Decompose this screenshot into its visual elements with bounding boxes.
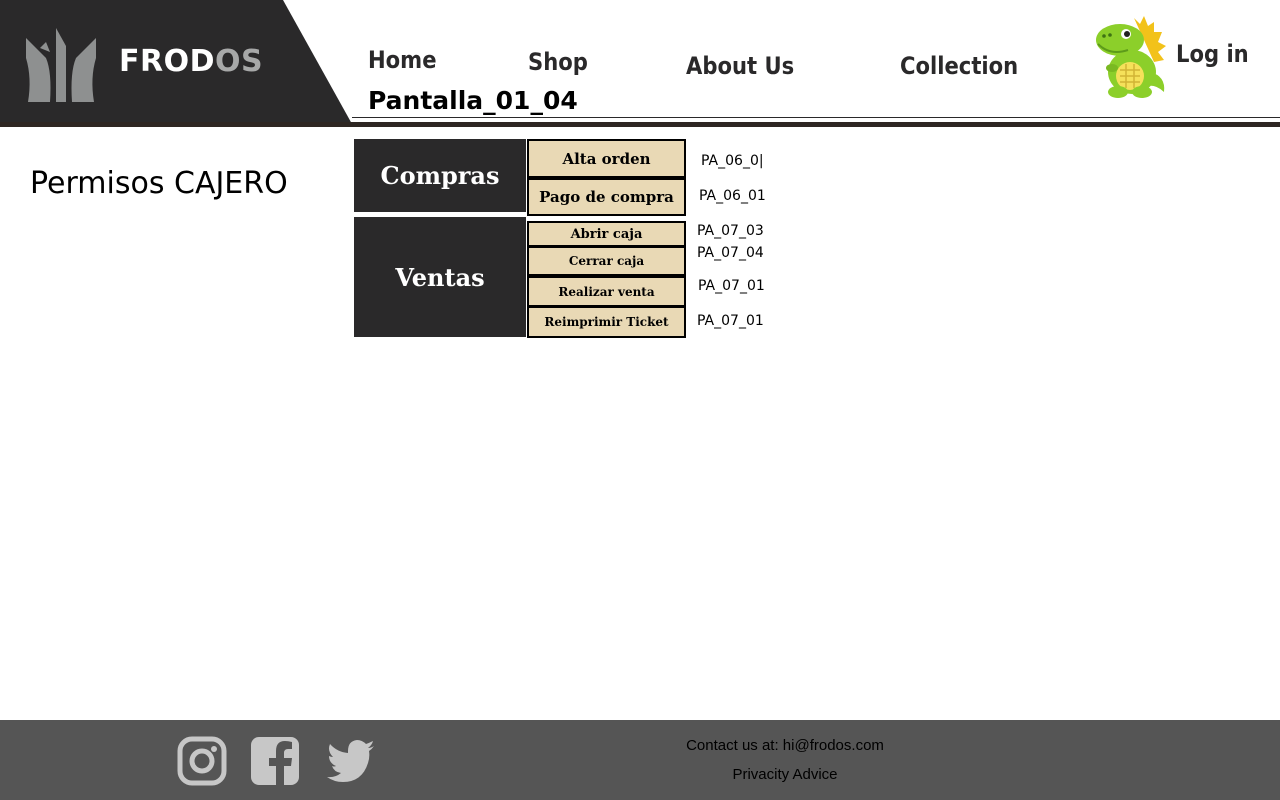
nav-collection[interactable]: Collection [900, 52, 1018, 80]
permission-reimprimir-ticket[interactable]: Reimprimir Ticket [527, 306, 686, 338]
permission-realizar-venta[interactable]: Realizar venta [527, 276, 686, 307]
frodos-logo-icon[interactable] [26, 28, 96, 102]
contact-info: Contact us at: hi@frodos.com [686, 737, 884, 754]
permission-alta-orden[interactable]: Alta orden [527, 139, 686, 178]
header-divider-thick [0, 122, 1280, 127]
brand-name[interactable]: FRODOS [119, 44, 263, 79]
privacy-advice-link[interactable]: Privacity Advice [600, 766, 970, 783]
nav-about-us[interactable]: About Us [686, 52, 794, 80]
nav-home[interactable]: Home [368, 46, 437, 74]
page-code: Pantalla_01_04 [368, 86, 578, 115]
permission-pago-de-compra[interactable]: Pago de compra [527, 178, 686, 216]
brand-name-part1: FROD [119, 44, 215, 79]
instagram-icon[interactable] [177, 736, 227, 786]
permissions-title: Permisos CAJERO [30, 166, 288, 201]
permission-code: PA_07_01 [697, 313, 764, 329]
header-divider-thin [352, 117, 1280, 118]
permission-cerrar-caja[interactable]: Cerrar caja [527, 246, 686, 276]
permission-code: PA_06_01 [699, 188, 766, 204]
permission-code: PA_06_0| [701, 153, 764, 169]
permission-code: PA_07_01 [698, 278, 765, 294]
twitter-icon[interactable] [326, 736, 376, 786]
facebook-icon[interactable] [250, 736, 300, 786]
green-dinosaur-icon[interactable] [1090, 14, 1168, 98]
group-compras: Compras [354, 139, 526, 212]
permission-abrir-caja[interactable]: Abrir caja [527, 221, 686, 247]
permission-code: PA_07_03 [697, 223, 764, 239]
login-link[interactable]: Log in [1176, 40, 1249, 68]
group-ventas: Ventas [354, 217, 526, 337]
brand-name-part2: OS [215, 44, 264, 79]
permission-code: PA_07_04 [697, 245, 764, 261]
nav-shop[interactable]: Shop [528, 48, 588, 76]
